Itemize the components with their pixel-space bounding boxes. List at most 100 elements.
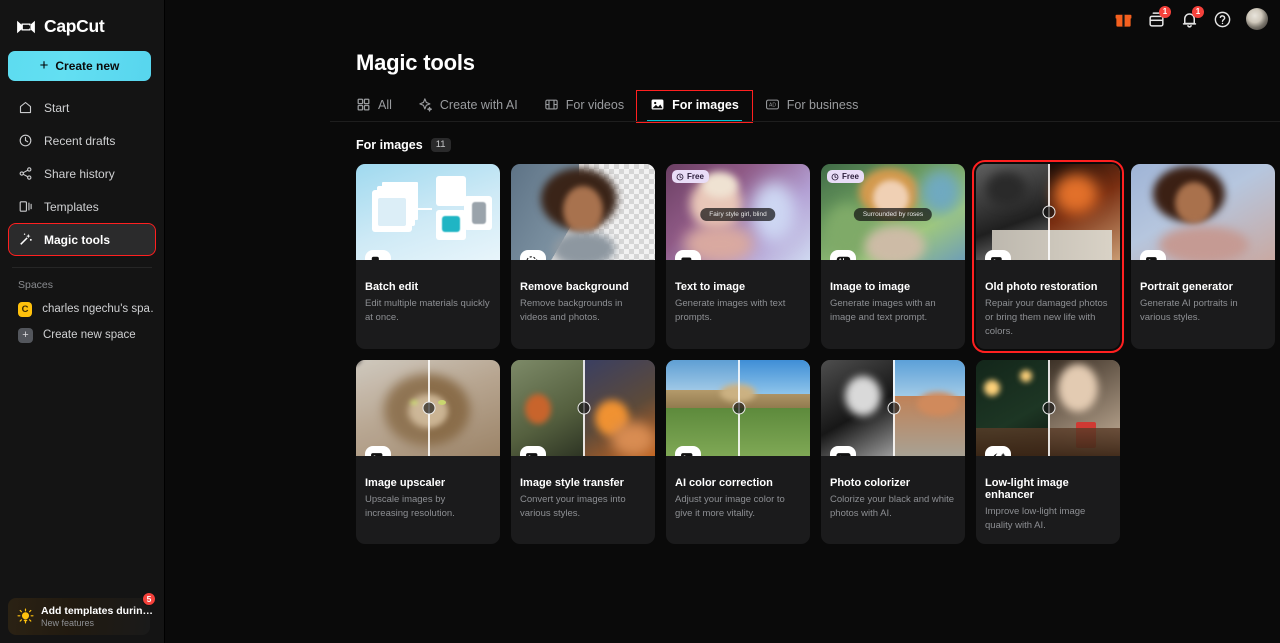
tool-thumbnail xyxy=(821,360,965,457)
tool-card[interactable]: Old photo restoration Repair your damaged… xyxy=(972,159,1124,354)
tool-card[interactable]: 4K Image upscaler Upscale images by increa… xyxy=(356,360,500,544)
spaces-heading: Spaces xyxy=(18,279,54,291)
tool-thumbnail xyxy=(976,164,1120,260)
free-badge: Free xyxy=(672,170,709,183)
tool-card-description: Generate images with an image and text p… xyxy=(830,298,936,323)
tool-card-title: Image to image xyxy=(830,281,911,293)
free-badge-label: Free xyxy=(842,171,859,181)
create-new-button[interactable]: + Create new xyxy=(8,51,151,81)
tab-label: All xyxy=(378,97,392,112)
sidebar-item-recent-drafts[interactable]: Recent drafts xyxy=(9,125,155,156)
before-after-slider-handle[interactable] xyxy=(893,360,895,457)
tabs-bar: All Create with AI For videos For images… xyxy=(165,90,1280,123)
create-new-space-button[interactable]: + Create new space xyxy=(9,322,155,348)
gift-icon[interactable] xyxy=(1114,10,1133,29)
sidebar-item-templates[interactable]: Templates xyxy=(9,191,155,222)
tab-all[interactable]: All xyxy=(354,97,405,122)
sidebar-item-share-history[interactable]: Share history xyxy=(9,158,155,189)
tool-card[interactable]: Low-light image enhancer Improve low-ligh… xyxy=(976,360,1120,544)
promo-title: Add templates durin… xyxy=(41,605,154,617)
help-icon[interactable] xyxy=(1213,10,1232,29)
tool-card-description: Repair your damaged photos or bring them… xyxy=(985,298,1108,337)
sidebar: CapCut + Create new Start Recent drafts … xyxy=(0,0,165,643)
tool-card-title: Image upscaler xyxy=(365,477,446,490)
image-icon xyxy=(650,97,665,112)
before-after-slider-handle[interactable] xyxy=(1048,360,1050,457)
share-icon xyxy=(18,166,33,181)
style-transfer-icon xyxy=(520,446,546,457)
sidebar-item-magic-tools[interactable]: Magic tools xyxy=(8,223,156,256)
sidebar-item-label: Templates xyxy=(44,199,99,214)
tab-label: For videos xyxy=(565,97,625,112)
tools-grid: Batch edit Edit multiple materials quickl… xyxy=(356,159,1280,544)
remove-bg-icon xyxy=(520,250,546,260)
moon-star-icon xyxy=(985,446,1011,457)
plus-icon: + xyxy=(18,327,33,343)
tool-card-body: Photo colorizer Colorize your black and w… xyxy=(821,456,965,532)
sidebar-item-label: Magic tools xyxy=(44,232,111,247)
promo-badge: 5 xyxy=(142,592,156,606)
section-title: For images xyxy=(356,138,423,152)
section-count-badge: 11 xyxy=(430,138,451,152)
tool-card[interactable]: Free Surrounded by roses A Image to image Ge… xyxy=(821,164,965,350)
page-title: Magic tools xyxy=(356,50,475,75)
tool-card[interactable]: Photo colorizer Colorize your black and w… xyxy=(821,360,965,544)
tool-card-description: Edit multiple materials quickly at once. xyxy=(365,298,490,323)
tool-card[interactable]: Free Fairy style girl, blind Text to image… xyxy=(666,164,810,350)
user-avatar[interactable] xyxy=(1246,8,1268,30)
tool-card-description: Colorize your black and white photos wit… xyxy=(830,494,955,520)
templates-icon xyxy=(18,199,33,214)
tool-thumbnail xyxy=(976,360,1120,457)
sidebar-item-label: Recent drafts xyxy=(44,133,116,148)
tool-card-title: Remove background xyxy=(520,281,629,293)
thumbnail-artwork xyxy=(356,164,500,260)
before-after-slider-handle[interactable] xyxy=(1048,164,1050,260)
tool-card-title: AI color correction xyxy=(675,477,773,490)
tool-card[interactable]: Portrait generator Generate AI portraits … xyxy=(1131,164,1275,350)
film-icon xyxy=(544,97,559,112)
bell-icon[interactable]: 1 xyxy=(1180,5,1204,29)
text-to-image-icon xyxy=(675,250,701,260)
tab-for-business[interactable]: AD For business xyxy=(752,97,872,122)
topbar: 1 1 xyxy=(165,0,1280,38)
tool-card-body: Image style transfer Convert your images … xyxy=(511,456,655,532)
tool-thumbnail xyxy=(666,360,810,457)
sidebar-nav: Start Recent drafts Share history Templa… xyxy=(0,92,164,256)
svg-text:AD: AD xyxy=(769,103,776,109)
tab-create-with-ai[interactable]: Create with AI xyxy=(405,97,531,122)
tab-for-images[interactable]: For images xyxy=(636,90,753,123)
brand-name: CapCut xyxy=(44,16,105,36)
tool-card[interactable]: Batch edit Edit multiple materials quickl… xyxy=(356,164,500,350)
tool-card-body: Image to image Generate images with an im… xyxy=(821,260,965,336)
tool-card-title: Image style transfer xyxy=(520,477,624,490)
before-after-slider-handle[interactable] xyxy=(428,360,430,457)
tool-thumbnail: Free Fairy style girl, blind xyxy=(666,164,810,260)
tool-card-body: AI color correction Adjust your image col… xyxy=(666,456,810,532)
before-after-slider-handle[interactable] xyxy=(583,360,585,457)
color-correction-icon xyxy=(675,446,701,457)
tool-card[interactable]: Image style transfer Convert your images … xyxy=(511,360,655,544)
prompt-pill: Fairy style girl, blind xyxy=(700,208,776,222)
tool-card[interactable]: AI color correction Adjust your image col… xyxy=(666,360,810,544)
section-header: For images 11 xyxy=(165,138,1280,152)
tab-for-videos[interactable]: For videos xyxy=(531,97,637,122)
inbox-icon[interactable]: 1 xyxy=(1147,5,1171,29)
sidebar-item-start[interactable]: Start xyxy=(9,92,155,123)
before-after-slider-handle[interactable] xyxy=(738,360,740,457)
space-item-user[interactable]: C charles ngechu's spa… xyxy=(9,296,155,322)
tool-card-body: Remove background Remove backgrounds in v… xyxy=(511,260,655,336)
sidebar-item-label: Start xyxy=(44,100,70,115)
tool-card-description: Generate AI portraits in various styles. xyxy=(1140,298,1238,323)
brand[interactable]: CapCut xyxy=(0,0,164,40)
promo-banner[interactable]: Add templates durin… New features 5 xyxy=(8,592,156,635)
svg-text:A: A xyxy=(838,259,843,260)
tool-card-title: Portrait generator xyxy=(1140,281,1233,293)
tool-card-description: Generate images with text prompts. xyxy=(675,298,786,323)
sparkle-icon xyxy=(418,97,433,112)
tool-card-body: Old photo restoration Repair your damaged… xyxy=(976,260,1120,349)
home-icon xyxy=(18,100,33,115)
old-photo-icon xyxy=(985,250,1011,260)
bell-badge: 1 xyxy=(1192,5,1204,18)
batch-edit-icon xyxy=(365,250,391,260)
tool-card[interactable]: Remove background Remove backgrounds in v… xyxy=(511,164,655,350)
